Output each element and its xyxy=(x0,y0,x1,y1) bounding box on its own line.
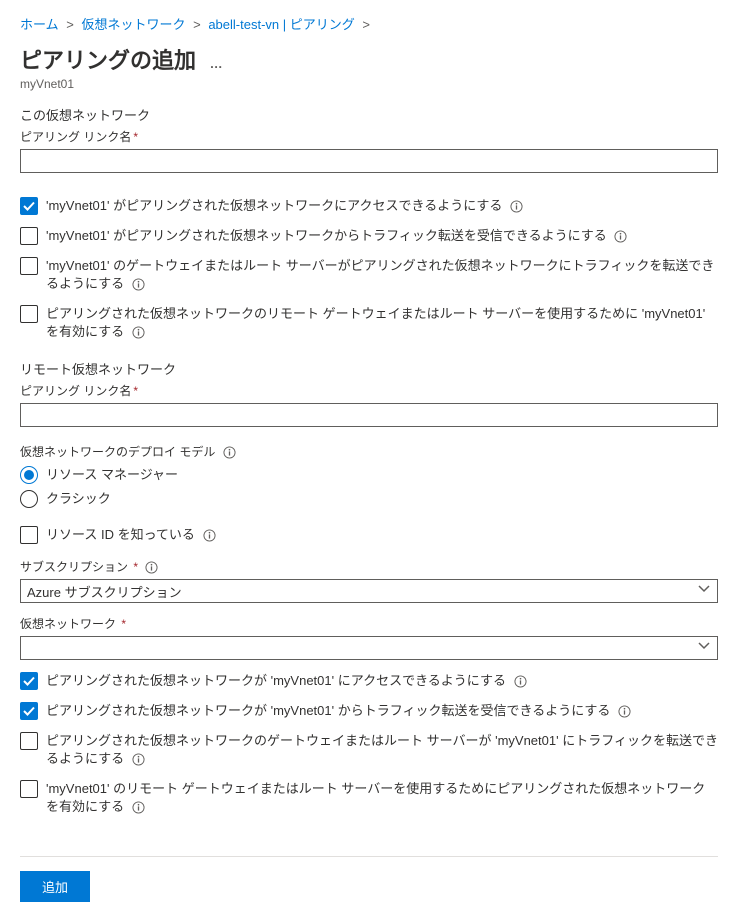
info-icon[interactable] xyxy=(510,200,523,213)
input-remote-link-name[interactable] xyxy=(20,403,718,427)
checkbox-this-use-remote-gw[interactable] xyxy=(20,305,38,323)
checkbox-this-allow-access[interactable] xyxy=(20,197,38,215)
label-model-classic: クラシック xyxy=(46,490,111,508)
section-this-vnet: この仮想ネットワーク xyxy=(20,105,718,124)
label-subscription: サブスクリプション * xyxy=(20,558,718,575)
label-this-allow-access: 'myVnet01' がピアリングされた仮想ネットワークにアクセスできるようにす… xyxy=(46,197,523,215)
chevron-right-icon: > xyxy=(66,17,74,32)
radio-model-classic[interactable] xyxy=(20,490,38,508)
checkbox-this-allow-gateway[interactable] xyxy=(20,257,38,275)
info-icon[interactable] xyxy=(514,675,527,688)
info-icon[interactable] xyxy=(132,801,145,814)
checkbox-remote-use-remote-gw[interactable] xyxy=(20,780,38,798)
select-subscription[interactable] xyxy=(20,579,718,603)
label-remote-link-name: ピアリング リンク名* xyxy=(20,382,718,399)
select-remote-vnet[interactable] xyxy=(20,636,718,660)
info-icon[interactable] xyxy=(614,230,627,243)
label-deploy-model: 仮想ネットワークのデプロイ モデル xyxy=(20,443,718,460)
checkbox-remote-allow-forwarded[interactable] xyxy=(20,702,38,720)
page-title: ピアリングの追加 xyxy=(20,43,196,75)
label-remote-allow-gateway: ピアリングされた仮想ネットワークのゲートウェイまたはルート サーバーが 'myV… xyxy=(46,732,718,768)
checkbox-know-resource-id[interactable] xyxy=(20,526,38,544)
label-this-link-name: ピアリング リンク名* xyxy=(20,128,718,145)
checkbox-this-allow-forwarded[interactable] xyxy=(20,227,38,245)
label-this-allow-gateway: 'myVnet01' のゲートウェイまたはルート サーバーがピアリングされた仮想… xyxy=(46,257,718,293)
info-icon[interactable] xyxy=(145,561,158,574)
add-button[interactable]: 追加 xyxy=(20,871,90,902)
info-icon[interactable] xyxy=(132,753,145,766)
label-remote-allow-forwarded: ピアリングされた仮想ネットワークが 'myVnet01' からトラフィック転送を… xyxy=(46,702,631,720)
label-this-use-remote-gw: ピアリングされた仮想ネットワークのリモート ゲートウェイまたはルート サーバーを… xyxy=(46,305,718,341)
select-subscription-value[interactable] xyxy=(20,579,718,603)
select-remote-vnet-value[interactable] xyxy=(20,636,718,660)
breadcrumb-vnets[interactable]: 仮想ネットワーク xyxy=(81,17,185,32)
breadcrumb: ホーム > 仮想ネットワーク > abell-test-vn | ピアリング > xyxy=(20,10,718,37)
chevron-right-icon: > xyxy=(362,17,370,32)
info-icon[interactable] xyxy=(132,278,145,291)
section-remote-vnet: リモート仮想ネットワーク xyxy=(20,359,718,378)
label-model-rm: リソース マネージャー xyxy=(46,466,178,484)
label-remote-vnet: 仮想ネットワーク * xyxy=(20,615,718,632)
info-icon[interactable] xyxy=(223,446,236,459)
more-icon[interactable]: … xyxy=(210,56,225,71)
label-remote-allow-access: ピアリングされた仮想ネットワークが 'myVnet01' にアクセスできるように… xyxy=(46,672,527,690)
breadcrumb-vnet-peering[interactable]: abell-test-vn | ピアリング xyxy=(208,17,354,32)
chevron-right-icon: > xyxy=(193,17,201,32)
label-this-allow-forwarded: 'myVnet01' がピアリングされた仮想ネットワークからトラフィック転送を受… xyxy=(46,227,627,245)
info-icon[interactable] xyxy=(618,705,631,718)
radio-model-rm[interactable] xyxy=(20,466,38,484)
breadcrumb-home[interactable]: ホーム xyxy=(20,17,59,32)
page-subtitle: myVnet01 xyxy=(20,77,718,91)
info-icon[interactable] xyxy=(132,326,145,339)
checkbox-remote-allow-gateway[interactable] xyxy=(20,732,38,750)
label-remote-use-remote-gw: 'myVnet01' のリモート ゲートウェイまたはルート サーバーを使用するた… xyxy=(46,780,718,816)
info-icon[interactable] xyxy=(203,529,216,542)
label-know-resource-id: リソース ID を知っている xyxy=(46,526,216,544)
input-this-link-name[interactable] xyxy=(20,149,718,173)
checkbox-remote-allow-access[interactable] xyxy=(20,672,38,690)
